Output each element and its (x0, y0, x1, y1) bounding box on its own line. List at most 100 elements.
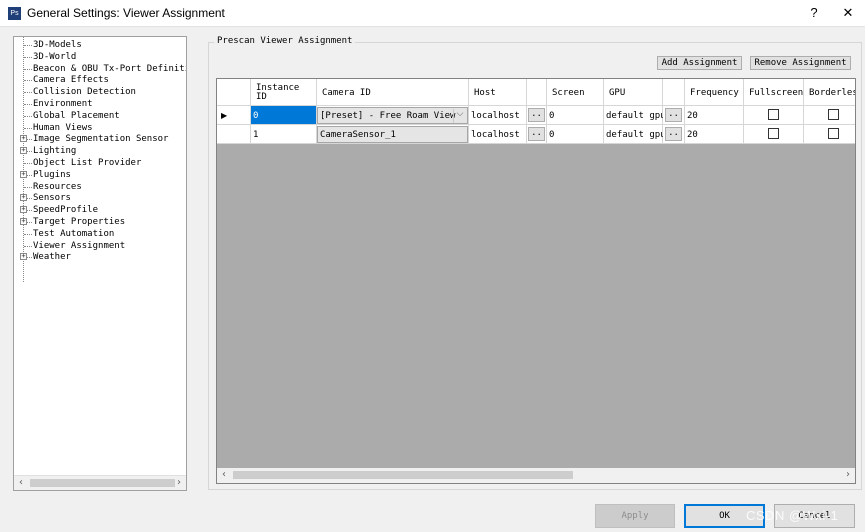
close-button[interactable]: ✕ (835, 3, 861, 23)
window-title: General Settings: Viewer Assignment (27, 6, 225, 20)
tree-item[interactable]: Resources (33, 181, 82, 193)
group-title: Prescan Viewer Assignment (214, 36, 356, 46)
cell-frequency[interactable]: 20 (685, 125, 744, 144)
tree-connector-line (24, 92, 32, 94)
cell-borderless (804, 106, 855, 125)
apply-button[interactable]: Apply (595, 504, 675, 528)
cell-gpu[interactable]: default gpu (604, 106, 666, 125)
tree-connector-line (24, 80, 32, 82)
help-button[interactable]: ? (801, 3, 827, 23)
tree-connector-line (24, 68, 32, 70)
tree-item[interactable]: Weather (33, 251, 71, 263)
host-browse-button[interactable]: .. (528, 127, 545, 141)
tree-item[interactable]: Global Placement (33, 110, 120, 122)
tree-item[interactable]: Beacon & OBU Tx-Port Definitio (33, 63, 186, 75)
tree-scroll-thumb[interactable] (30, 479, 175, 487)
expand-plus-icon[interactable]: + (20, 135, 27, 143)
camera-id-dropdown[interactable]: [Preset] - Free Roam View ⌵ (317, 107, 468, 124)
expand-plus-icon[interactable]: + (20, 170, 27, 178)
cell-fullscreen (744, 106, 804, 125)
header-borderless[interactable]: Borderless (804, 79, 855, 106)
camera-id-dropdown[interactable]: CameraSensor_1 (317, 126, 468, 143)
cell-screen[interactable]: 0 (547, 125, 604, 144)
tree-item[interactable]: Image Segmentation Sensor (33, 133, 168, 145)
fullscreen-checkbox[interactable] (768, 128, 779, 139)
scroll-right-arrow-icon[interactable]: › (841, 469, 855, 482)
tree-item[interactable]: Human Views (33, 122, 93, 134)
tree-item[interactable]: Test Automation (33, 228, 114, 240)
chevron-down-icon[interactable]: ⌵ (453, 109, 466, 123)
cell-host[interactable]: localhost (469, 106, 527, 125)
tree-item[interactable]: Plugins (33, 169, 71, 181)
tree-item[interactable]: Collision Detection (33, 86, 136, 98)
expand-plus-icon[interactable]: + (20, 194, 27, 202)
cell-gpu-browse: .. (663, 106, 685, 125)
tree-item[interactable]: Sensors (33, 192, 71, 204)
tree-item[interactable]: Viewer Assignment (33, 240, 125, 252)
tree-connector-line (24, 45, 32, 46)
cell-instance-id[interactable]: 0 (251, 106, 317, 125)
tree-item[interactable]: Lighting (33, 145, 76, 157)
assignment-grid[interactable]: Instance ID Camera ID Host Screen GPU Fr… (216, 78, 856, 484)
gpu-browse-button[interactable]: .. (665, 127, 682, 141)
row-header[interactable] (217, 125, 251, 144)
tree-horizontal-scrollbar[interactable]: ‹ › (14, 475, 186, 490)
tree-item[interactable]: Environment (33, 98, 93, 110)
fullscreen-checkbox[interactable] (768, 109, 779, 120)
cell-instance-id[interactable]: 1 (251, 125, 317, 144)
tree-connector-line (24, 56, 32, 58)
grid-scroll-thumb[interactable] (233, 471, 573, 479)
header-instance-id[interactable]: Instance ID (251, 79, 317, 106)
app-icon: Ps (8, 7, 21, 20)
scroll-left-arrow-icon[interactable]: ‹ (14, 477, 28, 490)
header-gpu[interactable]: GPU (604, 79, 663, 106)
add-assignment-button[interactable]: Add Assignment (657, 56, 742, 70)
tree-connector-line (24, 186, 32, 188)
tree-item[interactable]: 3D-Models (33, 39, 82, 51)
tree-connector-line (24, 245, 32, 247)
tree-item[interactable]: Camera Effects (33, 74, 109, 86)
tree-connector-line (24, 163, 32, 164)
cell-host-browse: .. (527, 125, 547, 144)
expand-plus-icon[interactable]: + (20, 218, 27, 225)
scroll-right-arrow-icon[interactable]: › (172, 477, 186, 490)
header-fullscreen[interactable]: Fullscreen (744, 79, 804, 106)
borderless-checkbox[interactable] (828, 128, 839, 139)
cell-fullscreen (744, 125, 804, 144)
cell-gpu-browse: .. (663, 125, 685, 144)
tree-item[interactable]: Object List Provider (33, 157, 141, 169)
settings-tree[interactable]: 3D-Models 3D-World Beacon & OBU Tx-Port De… (13, 36, 187, 491)
watermark-text: CSDN @Wxi-1 (746, 508, 839, 523)
row-header-corner (217, 79, 251, 106)
header-host[interactable]: Host (469, 79, 527, 106)
remove-assignment-button[interactable]: Remove Assignment (750, 56, 851, 70)
expand-plus-icon[interactable]: + (20, 206, 27, 214)
cell-host[interactable]: localhost (469, 125, 527, 144)
expand-plus-icon[interactable]: + (20, 253, 27, 261)
cell-camera-id[interactable]: CameraSensor_1 (317, 125, 469, 144)
row-header[interactable]: ▶ (217, 106, 251, 125)
tree-connector-line (24, 233, 32, 235)
expand-plus-icon[interactable]: + (20, 147, 27, 155)
grid-horizontal-scrollbar[interactable]: ‹ › (217, 468, 855, 483)
header-screen[interactable]: Screen (547, 79, 604, 106)
tree-item[interactable]: 3D-World (33, 51, 76, 63)
tree-connector-line (24, 115, 32, 117)
tree-connector-line (24, 127, 32, 129)
cell-camera-id[interactable]: [Preset] - Free Roam View ⌵ (317, 106, 469, 125)
title-bar: Ps General Settings: Viewer Assignment ?… (0, 0, 865, 27)
cell-gpu[interactable]: default gpu (604, 125, 666, 144)
header-frequency[interactable]: Frequency (685, 79, 744, 106)
host-browse-button[interactable]: .. (528, 108, 545, 122)
cell-frequency[interactable]: 20 (685, 106, 744, 125)
cell-screen[interactable]: 0 (547, 106, 604, 125)
tree-item[interactable]: SpeedProfile (33, 204, 98, 216)
header-gpu-browse (663, 79, 685, 106)
header-camera-id[interactable]: Camera ID (317, 79, 469, 106)
scroll-left-arrow-icon[interactable]: ‹ (217, 469, 231, 482)
borderless-checkbox[interactable] (828, 109, 839, 120)
gpu-browse-button[interactable]: .. (665, 108, 682, 122)
current-row-indicator-icon: ▶ (221, 111, 228, 120)
header-host-browse (527, 79, 547, 106)
tree-item[interactable]: Target Properties (33, 216, 125, 228)
